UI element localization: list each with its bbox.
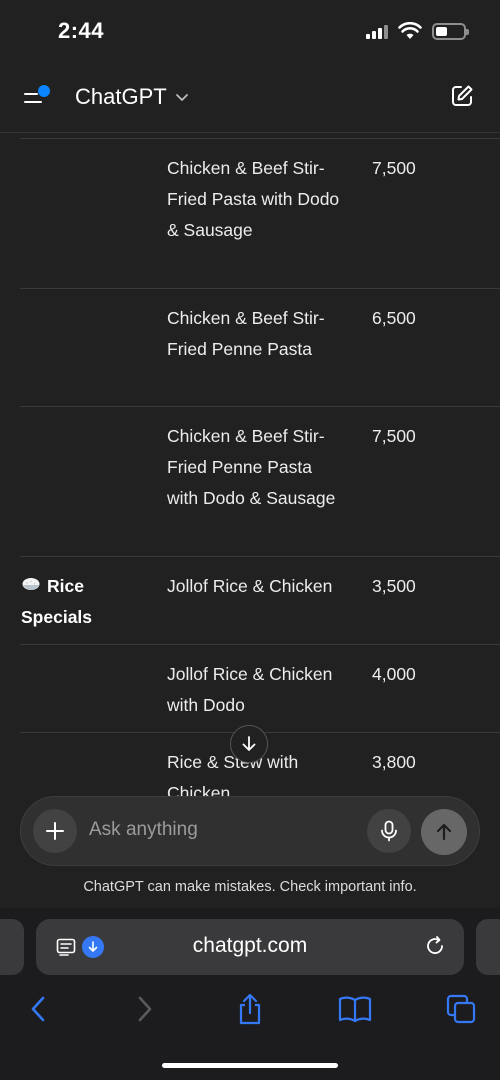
table-row: Jollof Rice & Chicken with Dodo 4,000	[20, 644, 500, 733]
tabs-button[interactable]	[443, 992, 479, 1026]
arrow-down-icon	[242, 736, 256, 751]
book-icon	[338, 996, 372, 1023]
menu-item-name: Jollof Rice & Chicken with Dodo	[167, 664, 333, 715]
sidebar-menu-button[interactable]	[22, 84, 52, 112]
chevron-left-icon	[31, 996, 45, 1022]
browser-toolbar: chatgpt.com	[0, 908, 500, 1080]
tabs-icon	[446, 994, 476, 1024]
dictate-button[interactable]	[367, 809, 411, 853]
send-button[interactable]	[421, 809, 467, 855]
status-time: 2:44	[58, 18, 105, 43]
share-button[interactable]	[232, 992, 268, 1026]
menu-item-name: Jollof Rice & Chicken	[167, 576, 333, 596]
scroll-down-button[interactable]	[230, 725, 268, 763]
previous-tab-preview[interactable]	[0, 919, 24, 975]
attach-button[interactable]	[33, 809, 77, 853]
rice-bowl-icon	[22, 578, 40, 590]
microphone-icon	[381, 820, 397, 842]
app-title: ChatGPT	[75, 84, 167, 109]
app-header: ChatGPT	[0, 64, 500, 133]
chevron-right-icon	[138, 996, 152, 1022]
reload-icon[interactable]	[424, 935, 446, 957]
cellular-signal-icon	[366, 23, 388, 39]
menu-item-price: 3,800	[372, 752, 416, 772]
battery-icon	[432, 22, 469, 40]
bookmarks-button[interactable]	[337, 992, 373, 1026]
chevron-down-icon	[175, 94, 188, 101]
message-input[interactable]: Ask anything	[89, 819, 198, 841]
table-row: Chicken & Beef Stir-Fried Penne Pasta 6,…	[20, 288, 500, 407]
menu-item-name: Chicken & Beef Stir-Fried Penne Pasta	[167, 308, 325, 359]
home-indicator	[162, 1063, 338, 1068]
menu-item-price: 7,500	[372, 426, 416, 446]
arrow-up-icon	[436, 823, 452, 841]
menu-item-price: 7,500	[372, 158, 416, 178]
notification-dot-icon	[38, 85, 50, 97]
back-button[interactable]	[20, 992, 56, 1026]
table-row: Chicken & Beef Stir-Fried Penne Pasta wi…	[20, 406, 500, 557]
url-text: chatgpt.com	[192, 934, 308, 957]
menu-item-price: 6,500	[372, 308, 416, 328]
menu-item-price: 4,000	[372, 664, 416, 684]
menu-item-name: Chicken & Beef Stir-Fried Pasta with Dod…	[167, 158, 340, 240]
wifi-icon	[398, 22, 422, 39]
table-row: Chicken & Beef Stir-Fried Pasta with Dod…	[20, 138, 500, 289]
menu-item-price: 3,500	[372, 576, 416, 596]
plus-icon	[46, 822, 64, 840]
model-selector[interactable]: ChatGPT	[75, 84, 189, 110]
address-bar[interactable]: chatgpt.com	[36, 919, 464, 975]
next-tab-preview[interactable]	[476, 919, 500, 975]
status-icons	[366, 22, 469, 40]
chat-message-table: Chicken & Beef Stir-Fried Pasta with Dod…	[0, 132, 500, 802]
new-chat-icon[interactable]	[450, 84, 474, 108]
message-composer: Ask anything	[20, 796, 480, 866]
share-icon	[239, 993, 261, 1025]
menu-category: Rice Specials	[21, 571, 141, 633]
browser-nav-tools	[0, 986, 500, 1030]
forward-button[interactable]	[127, 992, 163, 1026]
table-row: Rice Specials Jollof Rice & Chicken 3,50…	[20, 556, 500, 645]
status-bar: 2:44	[0, 0, 500, 64]
disclaimer-text: ChatGPT can make mistakes. Check importa…	[83, 879, 417, 895]
menu-item-name: Chicken & Beef Stir-Fried Penne Pasta wi…	[167, 426, 336, 508]
